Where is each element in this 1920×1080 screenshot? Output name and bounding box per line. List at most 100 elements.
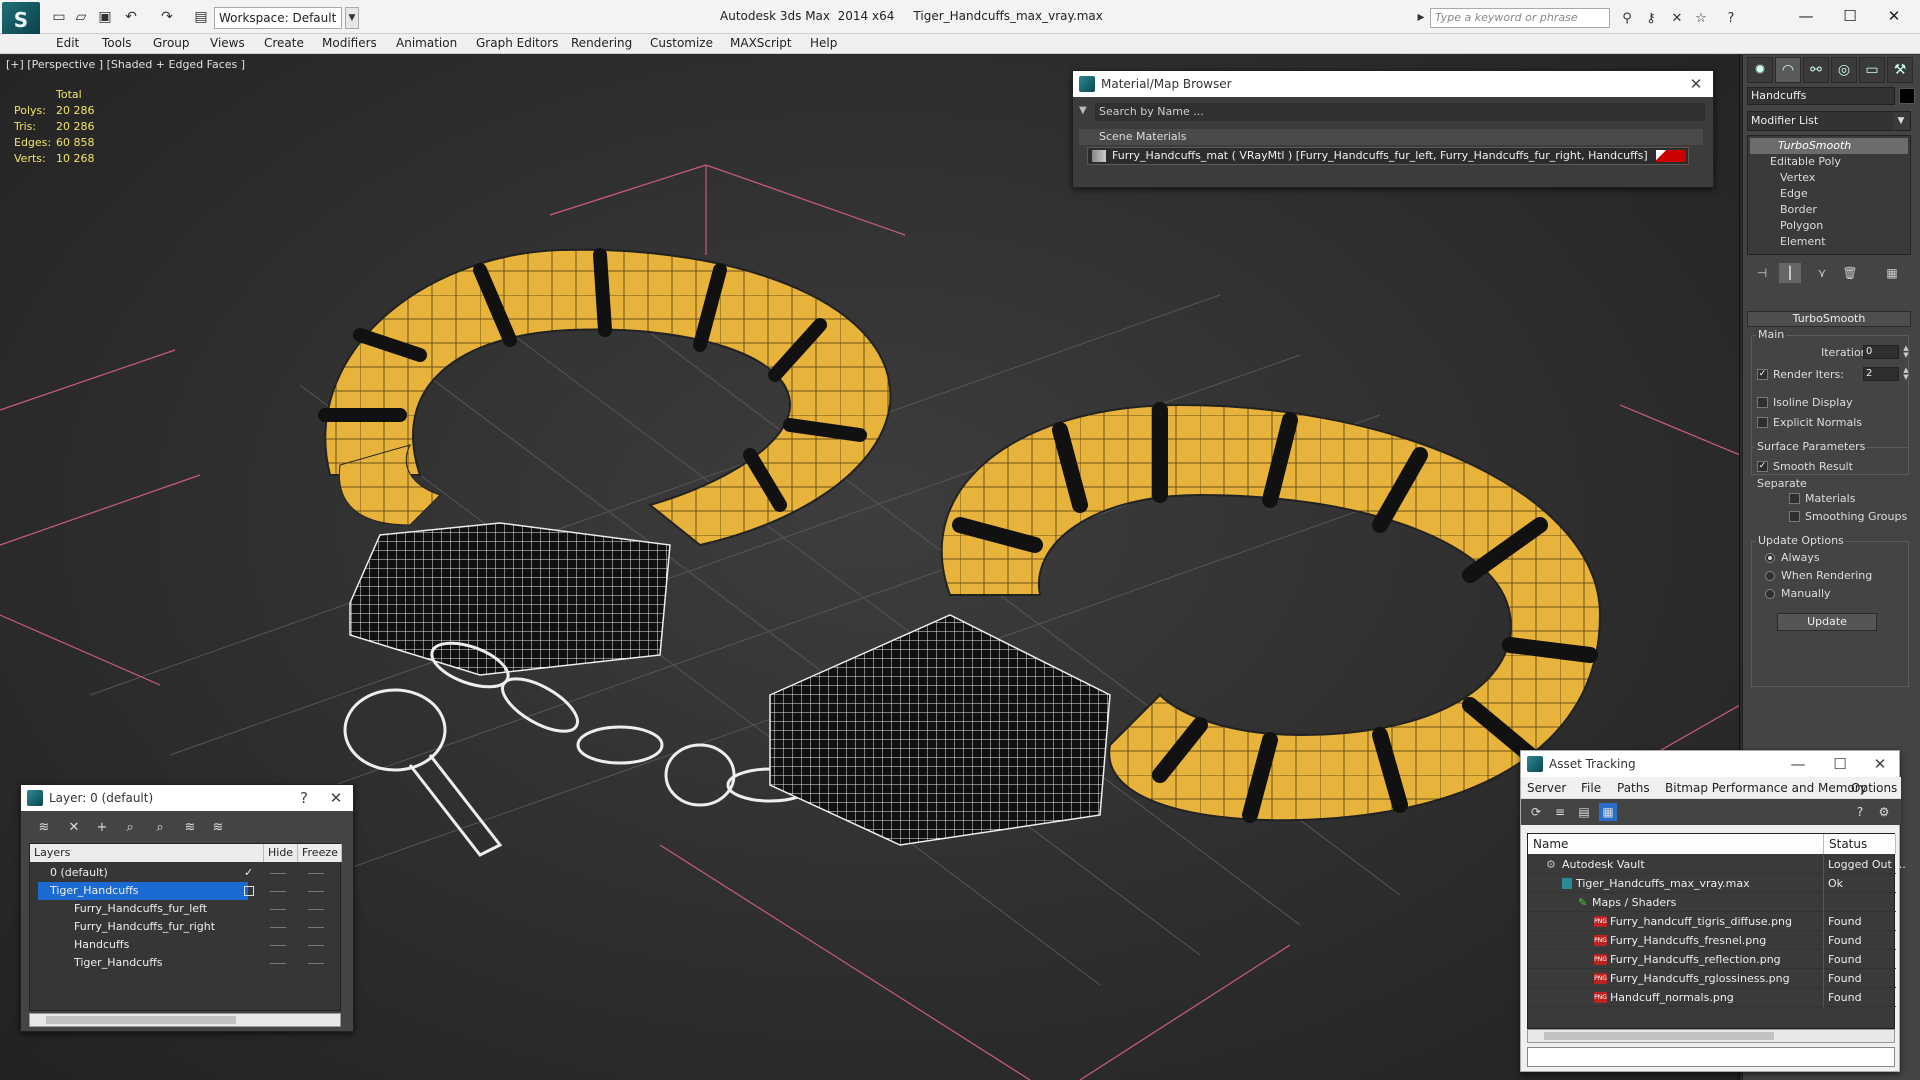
freeze-toggle[interactable] bbox=[308, 909, 324, 910]
configure-modifier-sets-icon[interactable]: ▦ bbox=[1881, 263, 1903, 283]
asset-row[interactable]: PNG Handcuff_normals.png Found bbox=[1528, 988, 1896, 1007]
menu-server[interactable]: Server bbox=[1527, 781, 1566, 795]
render-iters-spinner[interactable]: 2 bbox=[1863, 367, 1899, 381]
hide-toggle[interactable] bbox=[270, 909, 286, 910]
redo-icon[interactable]: ↷ bbox=[158, 8, 176, 26]
freeze-column-header[interactable]: Freeze bbox=[298, 844, 342, 862]
freeze-toggle[interactable] bbox=[308, 927, 324, 928]
asset-row[interactable]: PNG Furry_handcuff_tigris_diffuse.png Fo… bbox=[1528, 912, 1896, 931]
layer-row[interactable]: 0 (default) ✓ bbox=[30, 864, 342, 882]
menu-bitmap-performance[interactable]: Bitmap Performance and Memory bbox=[1665, 781, 1867, 795]
stack-item-element[interactable]: Element bbox=[1780, 234, 1826, 250]
help-icon[interactable]: ? bbox=[1851, 803, 1869, 821]
name-column-header[interactable]: Name bbox=[1528, 834, 1824, 854]
freeze-toggle[interactable] bbox=[308, 891, 324, 892]
asset-row[interactable]: PNG Furry_Handcuffs_reflection.png Found bbox=[1528, 950, 1896, 969]
object-color-swatch[interactable] bbox=[1899, 88, 1915, 104]
close-icon[interactable]: ✕ bbox=[1683, 71, 1709, 97]
modify-tab-icon[interactable]: ◠ bbox=[1775, 57, 1801, 83]
menu-graph-editors[interactable]: Graph Editors bbox=[476, 36, 558, 50]
manually-radio[interactable] bbox=[1765, 589, 1775, 599]
hide-toggle[interactable] bbox=[270, 927, 286, 928]
menu-animation[interactable]: Animation bbox=[396, 36, 457, 50]
always-radio[interactable] bbox=[1765, 553, 1775, 563]
material-browser-title[interactable]: Material/Map Browser bbox=[1073, 71, 1713, 97]
spinner-arrows-icon[interactable]: ▲ ▼ bbox=[1901, 367, 1911, 381]
new-file-icon[interactable]: ▭ bbox=[50, 8, 68, 26]
turbosmooth-rollout-header[interactable]: TurboSmooth bbox=[1747, 311, 1911, 327]
project-icon[interactable]: ▤ bbox=[192, 8, 210, 26]
key-icon[interactable]: ⚷ bbox=[1642, 9, 1660, 27]
asset-row[interactable]: ⚙ Autodesk Vault Logged Out ... bbox=[1528, 855, 1906, 874]
motion-tab-icon[interactable]: ◎ bbox=[1831, 57, 1857, 83]
menu-tools[interactable]: Tools bbox=[102, 36, 132, 50]
asset-row[interactable]: PNG Furry_Handcuffs_rglossiness.png Foun… bbox=[1528, 969, 1896, 988]
hierarchy-tab-icon[interactable]: ⚯ bbox=[1803, 57, 1829, 83]
close-button[interactable]: ✕ bbox=[1874, 2, 1914, 30]
open-file-icon[interactable]: ▱ bbox=[72, 8, 90, 26]
horizontal-scrollbar[interactable] bbox=[29, 1013, 341, 1027]
menu-rendering[interactable]: Rendering bbox=[571, 36, 632, 50]
new-layer-icon[interactable]: ≋ bbox=[33, 818, 55, 836]
menu-help[interactable]: Help bbox=[810, 36, 837, 50]
hide-column-header[interactable]: Hide bbox=[264, 844, 298, 862]
freeze-toggle[interactable] bbox=[308, 945, 324, 946]
hide-toggle[interactable] bbox=[270, 945, 286, 946]
layer-row[interactable]: Furry_Handcuffs_fur_left bbox=[30, 900, 342, 918]
binoculars-icon[interactable]: ⚲ bbox=[1618, 9, 1636, 27]
scrollbar-thumb[interactable] bbox=[46, 1016, 236, 1024]
viewport-label[interactable]: [+] [Perspective ] [Shaded + Edged Faces… bbox=[6, 58, 245, 71]
status-column-header[interactable]: Status bbox=[1824, 834, 1896, 854]
make-unique-icon[interactable]: ⋎ bbox=[1811, 263, 1833, 283]
freeze-toggle[interactable] bbox=[308, 873, 324, 874]
help-icon[interactable]: ? bbox=[1722, 9, 1740, 27]
utilities-tab-icon[interactable]: ⚒ bbox=[1887, 57, 1913, 83]
scene-materials-section[interactable]: Scene Materials bbox=[1079, 129, 1703, 145]
stack-item-turbosmooth[interactable]: TurboSmooth bbox=[1750, 138, 1908, 154]
asset-row[interactable]: ✎ Maps / Shaders bbox=[1528, 893, 1896, 912]
highlight-layer-icon[interactable]: ⌕ bbox=[149, 818, 171, 836]
menu-create[interactable]: Create bbox=[264, 36, 304, 50]
thumbnail-view-icon[interactable]: ▤ bbox=[1575, 803, 1593, 821]
smooth-result-checkbox[interactable]: ✓ bbox=[1757, 461, 1768, 472]
update-button[interactable]: Update bbox=[1777, 613, 1877, 631]
stack-item-polygon[interactable]: Polygon bbox=[1780, 218, 1823, 234]
hide-toggle[interactable] bbox=[270, 873, 286, 874]
minimize-button[interactable]: — bbox=[1786, 2, 1826, 30]
horizontal-scrollbar[interactable] bbox=[1527, 1029, 1895, 1043]
menu-file[interactable]: File bbox=[1581, 781, 1601, 795]
menu-views[interactable]: Views bbox=[210, 36, 245, 50]
chevron-down-icon[interactable]: ▼ bbox=[345, 7, 359, 29]
asset-row[interactable]: Tiger_Handcuffs_max_vray.max Ok bbox=[1528, 874, 1896, 893]
info-icon[interactable]: ⚙ bbox=[1875, 803, 1893, 821]
hide-toggle[interactable] bbox=[270, 891, 286, 892]
select-in-layer-icon[interactable]: ⌕ bbox=[119, 818, 141, 836]
stack-item-edge[interactable]: Edge bbox=[1780, 186, 1808, 202]
stack-item-vertex[interactable]: Vertex bbox=[1780, 170, 1815, 186]
freeze-all-icon[interactable]: ≋ bbox=[207, 818, 229, 836]
material-row[interactable]: Furry_Handcuffs_mat ( VRayMtl ) [Furry_H… bbox=[1087, 147, 1689, 165]
layer-row[interactable]: Furry_Handcuffs_fur_right bbox=[30, 918, 342, 936]
app-logo-icon[interactable]: S bbox=[2, 2, 40, 38]
undo-icon[interactable]: ↶ bbox=[122, 8, 140, 26]
when-rendering-radio[interactable] bbox=[1765, 571, 1775, 581]
layer-row[interactable]: Handcuffs bbox=[30, 936, 342, 954]
render-iters-checkbox[interactable]: ✓ bbox=[1757, 369, 1768, 380]
remove-modifier-icon[interactable]: 🗑 bbox=[1839, 263, 1861, 283]
save-icon[interactable]: ▣ bbox=[96, 8, 114, 26]
explicit-normals-checkbox[interactable] bbox=[1757, 417, 1768, 428]
stack-item-editable-poly[interactable]: Editable Poly bbox=[1770, 154, 1841, 170]
menu-options[interactable]: Options bbox=[1851, 781, 1897, 795]
asset-row[interactable]: PNG Furry_Handcuffs_fresnel.png Found bbox=[1528, 931, 1896, 950]
table-view-icon[interactable]: ▦ bbox=[1599, 803, 1617, 821]
spinner-arrows-icon[interactable]: ▲ ▼ bbox=[1901, 345, 1911, 359]
smoothing-groups-checkbox[interactable] bbox=[1789, 511, 1800, 522]
search-input[interactable]: Type a keyword or phrase bbox=[1430, 8, 1610, 28]
iterations-spinner[interactable]: 0 bbox=[1863, 345, 1899, 359]
modifier-list-dropdown[interactable]: Modifier List bbox=[1747, 111, 1911, 131]
create-tab-icon[interactable]: ✹ bbox=[1747, 57, 1773, 83]
layers-column-header[interactable]: Layers bbox=[30, 844, 264, 862]
menu-paths[interactable]: Paths bbox=[1617, 781, 1650, 795]
freeze-toggle[interactable] bbox=[308, 963, 324, 964]
hide-toggle[interactable] bbox=[270, 963, 286, 964]
